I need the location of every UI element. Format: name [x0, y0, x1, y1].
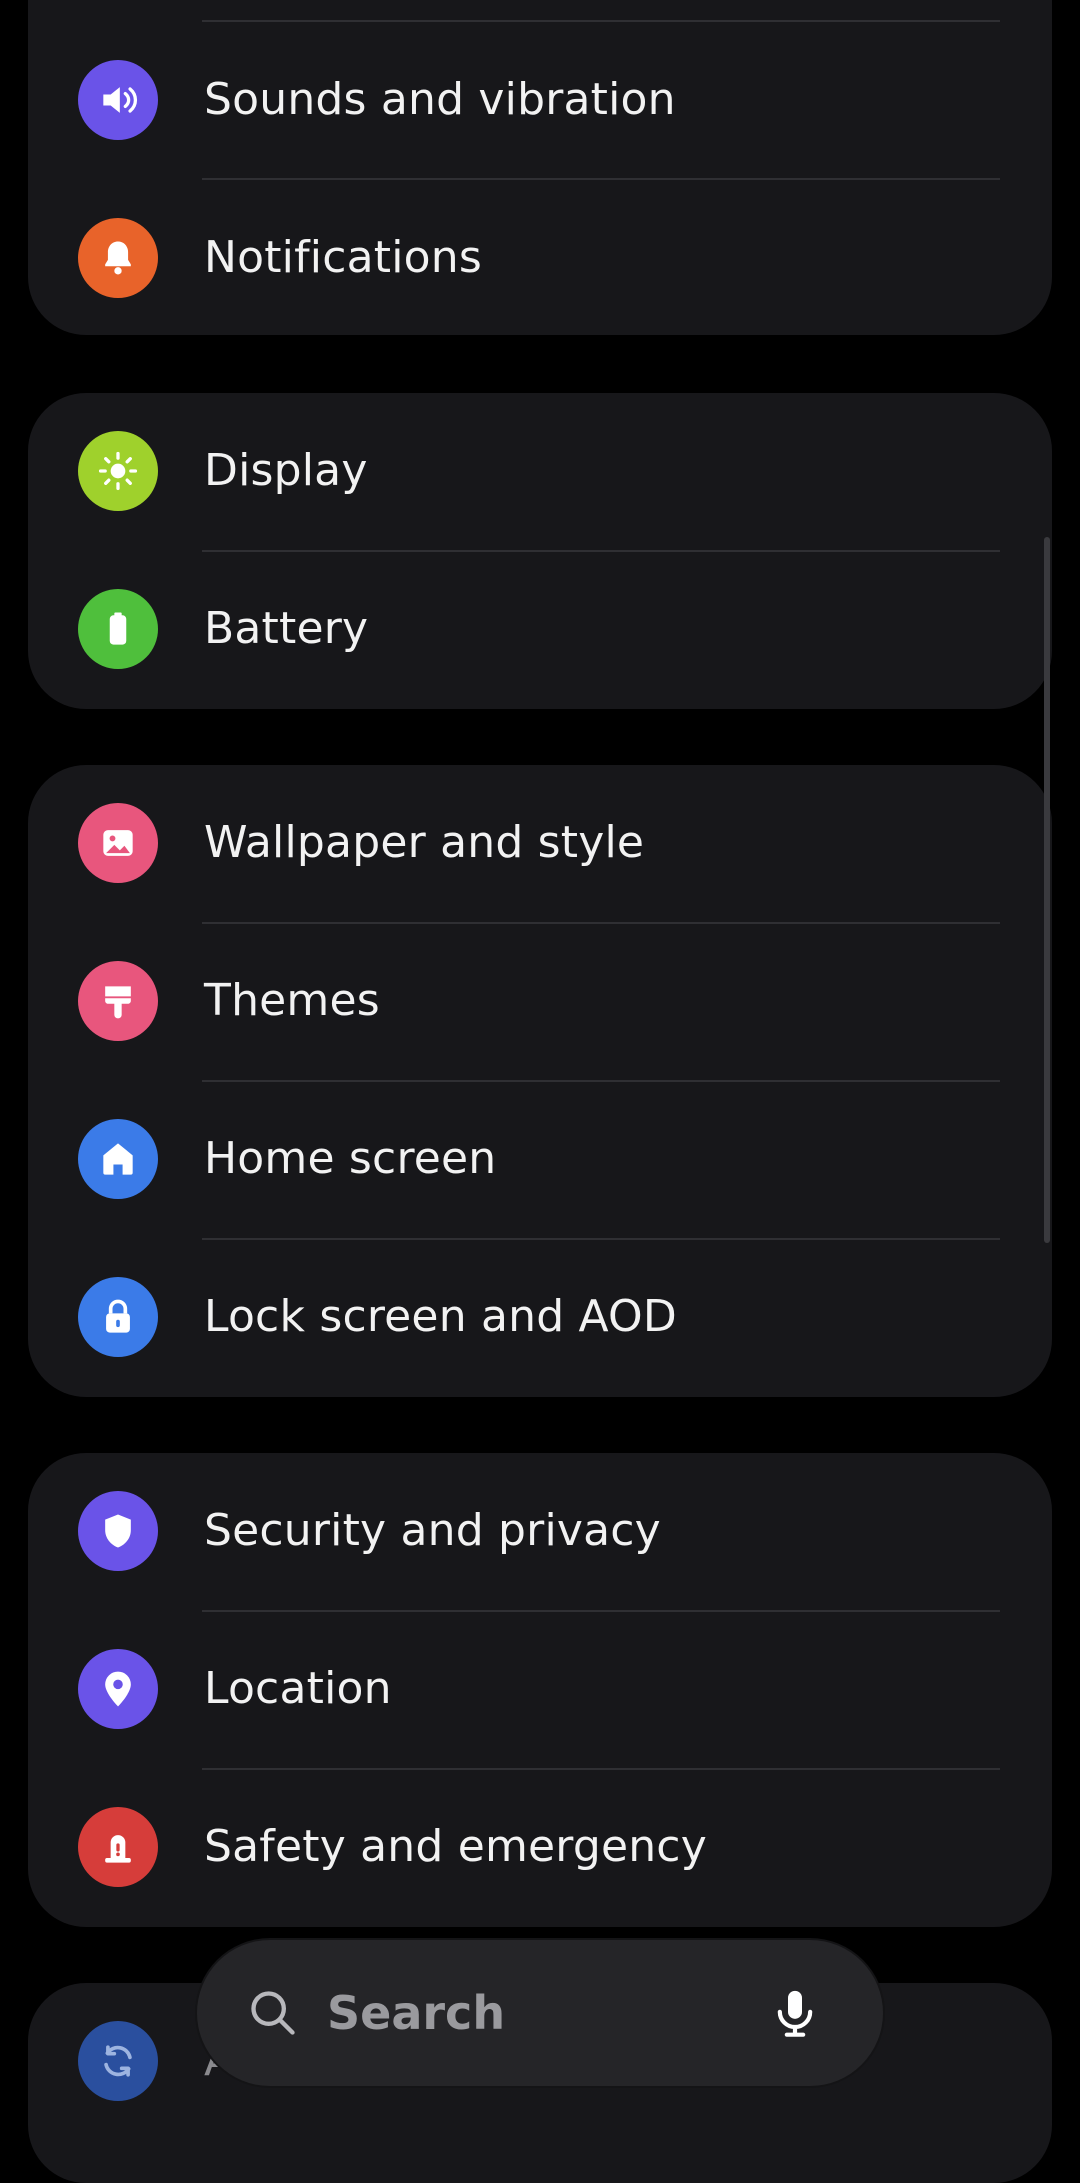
battery-icon: [78, 589, 158, 669]
settings-item-themes[interactable]: Themes: [28, 923, 1052, 1081]
paint-brush-icon: [78, 961, 158, 1041]
shield-icon: [78, 1491, 158, 1571]
search-bar[interactable]: Search: [197, 1940, 883, 2086]
settings-item-label: Home screen: [204, 1133, 497, 1184]
settings-item-label: Location: [204, 1663, 392, 1714]
settings-item-notifications[interactable]: Notifications: [28, 180, 1052, 335]
speaker-icon: [78, 60, 158, 140]
emergency-icon: [78, 1807, 158, 1887]
settings-item-safety-and-emergency[interactable]: Safety and emergency: [28, 1769, 1052, 1927]
settings-item-label: Themes: [204, 975, 380, 1026]
settings-group-security: Security and privacy Location Safety and…: [28, 1453, 1052, 1927]
search-icon: [251, 1991, 295, 2035]
settings-item-battery[interactable]: Battery: [28, 551, 1052, 709]
settings-item-label: Wallpaper and style: [204, 817, 645, 868]
settings-item-label: Display: [204, 445, 368, 496]
settings-item-location[interactable]: Location: [28, 1611, 1052, 1769]
settings-group-appearance: Wallpaper and style Themes Home screen L…: [28, 765, 1052, 1397]
settings-item-label: Security and privacy: [204, 1505, 661, 1556]
settings-item-sounds-and-vibration[interactable]: Sounds and vibration: [28, 22, 1052, 180]
bell-icon: [78, 218, 158, 298]
settings-item-label: Safety and emergency: [204, 1821, 707, 1872]
settings-item-label: Battery: [204, 603, 369, 654]
lock-icon: [78, 1277, 158, 1357]
sun-icon: [78, 431, 158, 511]
settings-item-label: Sounds and vibration: [204, 74, 676, 125]
settings-item-wallpaper-and-style[interactable]: Wallpaper and style: [28, 765, 1052, 923]
settings-item-label: Lock screen and AOD: [204, 1291, 677, 1342]
image-icon: [78, 803, 158, 883]
mic-icon[interactable]: [767, 1984, 823, 2042]
settings-item-home-screen[interactable]: Home screen: [28, 1081, 1052, 1239]
settings-item-lock-screen-and-aod[interactable]: Lock screen and AOD: [28, 1239, 1052, 1397]
settings-group-sound-notifications: Sounds and vibration Notifications: [28, 0, 1052, 335]
home-icon: [78, 1119, 158, 1199]
settings-item-security-and-privacy[interactable]: Security and privacy: [28, 1453, 1052, 1611]
scrollbar[interactable]: [1044, 537, 1050, 1243]
search-placeholder: Search: [327, 1986, 506, 2040]
settings-item-display[interactable]: Display: [28, 393, 1052, 551]
settings-group-display-battery: Display Battery: [28, 393, 1052, 709]
sync-icon: [78, 2021, 158, 2101]
location-pin-icon: [78, 1649, 158, 1729]
settings-item-label: Notifications: [204, 232, 482, 283]
